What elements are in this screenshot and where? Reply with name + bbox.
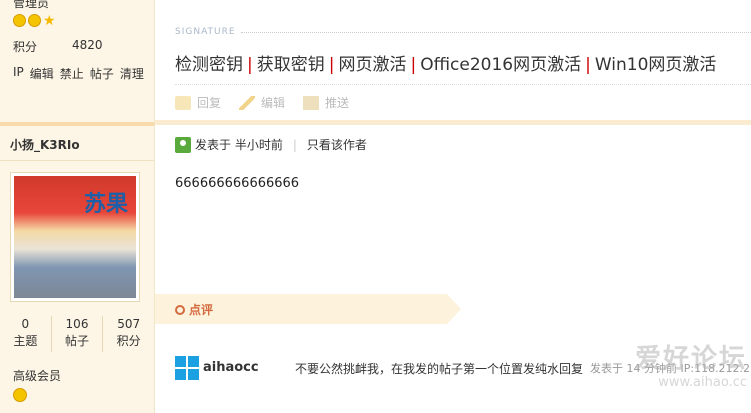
push-label: 推送 bbox=[325, 96, 350, 110]
online-user-icon bbox=[175, 136, 191, 153]
push-button[interactable]: 推送 bbox=[303, 94, 349, 111]
post-meta: 发表于 半小时前 | 只看该作者 bbox=[175, 136, 367, 153]
points-row: 积分 4820 bbox=[13, 38, 103, 55]
rating-header: 点评 bbox=[155, 294, 461, 324]
signature-links: 检测密钥 | 获取密钥 | 网页激活 | Office2016网页激活 | Win10网页激活 bbox=[175, 50, 716, 75]
watermark-title: 爱好论坛 bbox=[634, 344, 747, 374]
reply-label: 回复 bbox=[197, 96, 222, 110]
comment-text: 不要公然挑衅我，在我发的帖子第一个位置发纯水回复 bbox=[295, 362, 584, 376]
user-group[interactable]: 高级会员 bbox=[13, 367, 61, 384]
watermark-url: www.aihao.cc bbox=[658, 375, 747, 390]
divider bbox=[0, 160, 154, 161]
avatar[interactable]: 苏果 bbox=[10, 172, 140, 302]
admin-clean-link[interactable]: 清理 bbox=[120, 65, 144, 82]
signature-label: SIGNATURE bbox=[175, 27, 236, 37]
admin-links: IP 编辑 禁止 帖子 清理 bbox=[13, 65, 144, 82]
reply-button[interactable]: 回复 bbox=[175, 94, 221, 111]
separator: | bbox=[585, 55, 591, 75]
post-separator-band bbox=[155, 120, 751, 125]
reply-icon bbox=[175, 95, 191, 110]
post-content: 666666666666666 bbox=[175, 176, 300, 191]
admin-posts-link[interactable]: 帖子 bbox=[90, 65, 114, 82]
admin-edit-link[interactable]: 编辑 bbox=[30, 65, 54, 82]
separator: | bbox=[410, 55, 417, 75]
stat-threads-label: 主题 bbox=[13, 334, 38, 348]
post-area: SIGNATURE 检测密钥 | 获取密钥 | 网页激活 | Office2016网页激活 |… bbox=[155, 0, 751, 413]
username-link[interactable]: 小扬_K3RIo bbox=[10, 136, 80, 153]
stat-threads[interactable]: 0 主题 bbox=[0, 316, 52, 352]
avatar-image: 苏果 bbox=[14, 176, 136, 298]
signature-divider bbox=[241, 32, 751, 33]
signature-link-check-key[interactable]: 检测密钥 bbox=[175, 55, 243, 75]
signature-link-office2016[interactable]: Office2016网页激活 bbox=[420, 55, 581, 75]
separator: | bbox=[247, 55, 253, 75]
points-label: 积分 bbox=[13, 40, 38, 54]
push-icon bbox=[303, 95, 320, 110]
admin-ip-link[interactable]: IP bbox=[13, 65, 24, 82]
left-sidebar: 管理员 ★ 积分 4820 IP 编辑 禁止 帖子 清理 小扬_K3RIo 苏果… bbox=[0, 0, 155, 413]
signature-link-web-activate[interactable]: 网页激活 bbox=[338, 55, 406, 75]
comment-author-link[interactable]: aihaocc bbox=[203, 360, 259, 375]
windows-logo-icon bbox=[175, 356, 199, 380]
stat-points-value: 507 bbox=[117, 317, 141, 331]
pencil-icon bbox=[239, 95, 256, 110]
smiley-icon bbox=[13, 14, 26, 27]
admin-ban-link[interactable]: 禁止 bbox=[60, 65, 84, 82]
separator: | bbox=[328, 55, 335, 75]
smiley-icon bbox=[13, 388, 27, 402]
rating-label: 点评 bbox=[189, 303, 214, 317]
divider bbox=[175, 84, 751, 85]
edit-button[interactable]: 编辑 bbox=[239, 94, 285, 111]
post-time: 发表于 半小时前 bbox=[195, 138, 283, 152]
stat-points[interactable]: 507 积分 bbox=[103, 316, 154, 352]
avatar-sign-text: 苏果 bbox=[84, 191, 129, 217]
star-icon: ★ bbox=[43, 13, 56, 29]
user-rank: 管理员 bbox=[13, 0, 50, 10]
points-value: 4820 bbox=[72, 38, 103, 52]
edit-label: 编辑 bbox=[261, 96, 286, 110]
stat-posts[interactable]: 106 帖子 bbox=[52, 316, 104, 352]
stat-posts-label: 帖子 bbox=[65, 334, 90, 348]
previous-user-panel: 管理员 ★ 积分 4820 IP 编辑 禁止 帖子 清理 bbox=[0, 0, 154, 122]
stat-posts-value: 106 bbox=[65, 317, 89, 331]
only-author-link[interactable]: 只看该作者 bbox=[307, 136, 367, 153]
stat-threads-value: 0 bbox=[21, 317, 30, 331]
circle-icon bbox=[175, 304, 185, 315]
signature-link-get-key[interactable]: 获取密钥 bbox=[257, 55, 325, 75]
section-divider bbox=[0, 122, 154, 126]
separator: | bbox=[292, 137, 297, 152]
rank-icons: ★ bbox=[13, 14, 57, 28]
stat-points-label: 积分 bbox=[116, 334, 141, 348]
signature-link-win10[interactable]: Win10网页激活 bbox=[595, 55, 717, 75]
post-actions: 回复 编辑 推送 bbox=[175, 94, 349, 111]
rating-title: 点评 bbox=[175, 301, 213, 318]
site-watermark: 爱好论坛 www.aihao.cc bbox=[635, 338, 747, 390]
smiley-icon bbox=[28, 14, 41, 27]
user-stats: 0 主题 106 帖子 507 积分 bbox=[0, 316, 154, 352]
